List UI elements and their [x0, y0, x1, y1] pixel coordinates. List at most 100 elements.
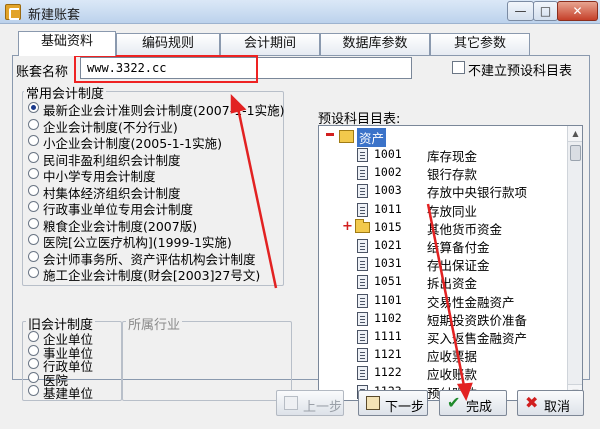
folder-icon [355, 218, 370, 233]
collapse-icon[interactable] [326, 133, 334, 136]
radio-button[interactable] [28, 385, 39, 396]
radio-button[interactable] [28, 118, 39, 130]
tab-basic-info[interactable]: 基础资料 [18, 31, 116, 56]
tree-root-row[interactable]: 资产 [319, 128, 567, 147]
radio-button[interactable] [28, 168, 39, 179]
folder-open-icon [339, 130, 354, 143]
document-icon [357, 275, 368, 290]
account-name: 银行存款 [427, 167, 478, 183]
tree-account-row[interactable]: 1011 存放同业 [319, 201, 567, 219]
tree-account-row[interactable]: 1122 应收账款 [319, 364, 567, 382]
prev-button[interactable]: 上一步 [276, 390, 344, 416]
account-code: 1101 [374, 292, 402, 307]
document-icon [357, 148, 368, 162]
radio-button[interactable] [28, 102, 39, 113]
prev-icon [284, 396, 298, 410]
radio-button[interactable] [28, 234, 39, 245]
cancel-button-label: 取消 [544, 400, 571, 415]
no-preset-label: 不建立预设科目表 [468, 64, 573, 79]
radio-button[interactable] [28, 201, 39, 212]
document-icon [357, 366, 368, 381]
account-name: 存出保证金 [427, 258, 490, 274]
account-name: 应收账款 [427, 367, 478, 383]
check-icon: ✔ [447, 393, 461, 412]
account-name: 应收票据 [427, 349, 478, 365]
radio-button[interactable] [28, 331, 39, 342]
account-code: 1051 [374, 274, 402, 289]
account-code: 1011 [374, 201, 402, 216]
minimize-button[interactable]: — [507, 1, 534, 21]
title-bar: 新建账套 — □ ✕ [0, 0, 600, 24]
maximize-button[interactable]: □ [533, 1, 558, 21]
finish-button-label: 完成 [466, 400, 493, 415]
document-icon [357, 257, 368, 272]
account-name: 交易性金融资产 [427, 294, 515, 310]
radio-button[interactable] [28, 267, 39, 278]
document-icon [357, 202, 368, 217]
account-name-input[interactable]: www.3322.cc [80, 57, 412, 79]
account-name: 结算备付金 [427, 240, 490, 255]
account-name: 短期投资跌价准备 [427, 312, 528, 328]
tree-scrollbar[interactable]: ▲ ▼ [567, 126, 582, 400]
account-name: 库存现金 [427, 149, 478, 164]
account-name: 存放同业 [427, 203, 478, 219]
account-name: 其他货币资金 [427, 221, 503, 237]
radio-button[interactable] [28, 151, 39, 163]
radio-button[interactable] [28, 135, 39, 146]
radio-button[interactable] [28, 184, 39, 196]
account-name: 存放中央银行款项 [427, 185, 528, 201]
window-title: 新建账套 [28, 8, 81, 23]
document-icon [357, 184, 368, 199]
scroll-thumb[interactable] [570, 145, 581, 161]
document-icon [357, 239, 368, 253]
document-icon [357, 330, 368, 344]
account-code: 1015 [374, 219, 402, 234]
close-button[interactable]: ✕ [557, 1, 598, 21]
radio-button[interactable] [28, 344, 39, 356]
expand-icon[interactable]: + [342, 220, 353, 233]
preset-account-tree[interactable]: 资产 1001 库存现金 1002 银行存款 1003 存放中央银行款项 1011 存放同业 +… [318, 125, 583, 401]
document-icon [357, 293, 368, 308]
app-icon [5, 4, 21, 20]
common-system-label: 施工企业会计制度(财会[2003]27号文) [43, 268, 261, 283]
tree-account-row[interactable]: 1031 存出保证金 [319, 255, 567, 273]
account-name-label: 账套名称 [16, 65, 69, 80]
account-code: 1102 [374, 310, 402, 325]
account-code: 1003 [374, 183, 402, 198]
next-button[interactable]: 下一步 [358, 390, 428, 416]
tree-account-row[interactable]: 1121 应收票据 [319, 346, 567, 364]
cancel-icon: ✖ [525, 393, 539, 412]
tree-account-row[interactable]: 1051 拆出资金 [319, 273, 567, 291]
document-icon [357, 166, 368, 181]
tree-account-row[interactable]: 1101 交易性金融资产 [319, 292, 567, 310]
scroll-up-button[interactable]: ▲ [568, 126, 582, 142]
tree-account-row[interactable]: 1002 银行存款 [319, 164, 567, 182]
radio-button[interactable] [28, 358, 39, 369]
tree-account-row[interactable]: +1015 其他货币资金 [319, 218, 567, 237]
cancel-button[interactable]: ✖ 取消 [517, 390, 584, 416]
document-icon [357, 348, 368, 363]
next-icon [366, 396, 380, 410]
tree-account-row[interactable]: 1003 存放中央银行款项 [319, 182, 567, 200]
document-icon [357, 311, 368, 326]
account-code: 1122 [374, 365, 402, 380]
tree-account-row[interactable]: 1001 库存现金 [319, 146, 567, 164]
radio-button[interactable] [28, 217, 39, 229]
next-button-label: 下一步 [385, 400, 425, 415]
radio-button[interactable] [28, 250, 39, 262]
account-code: 1001 [374, 147, 402, 161]
account-name: 拆出资金 [427, 276, 478, 292]
industry-legend: 所属行业 [126, 314, 183, 333]
account-code: 1002 [374, 165, 402, 180]
old-system-label: 基建单位 [43, 386, 94, 401]
tree-account-row[interactable]: 1021 结算备付金 [319, 237, 567, 255]
industry-group[interactable] [122, 321, 292, 401]
finish-button[interactable]: ✔ 完成 [439, 390, 507, 416]
radio-button[interactable] [28, 371, 39, 383]
no-preset-checkbox[interactable] [452, 61, 465, 74]
tree-account-row[interactable]: 1111 买入返售金融资产 [319, 328, 567, 346]
tree-account-row[interactable]: 1102 短期投资跌价准备 [319, 310, 567, 328]
prev-button-label: 上一步 [303, 400, 343, 415]
account-code: 1111 [374, 329, 402, 343]
tree-root-label: 资产 [357, 128, 387, 147]
